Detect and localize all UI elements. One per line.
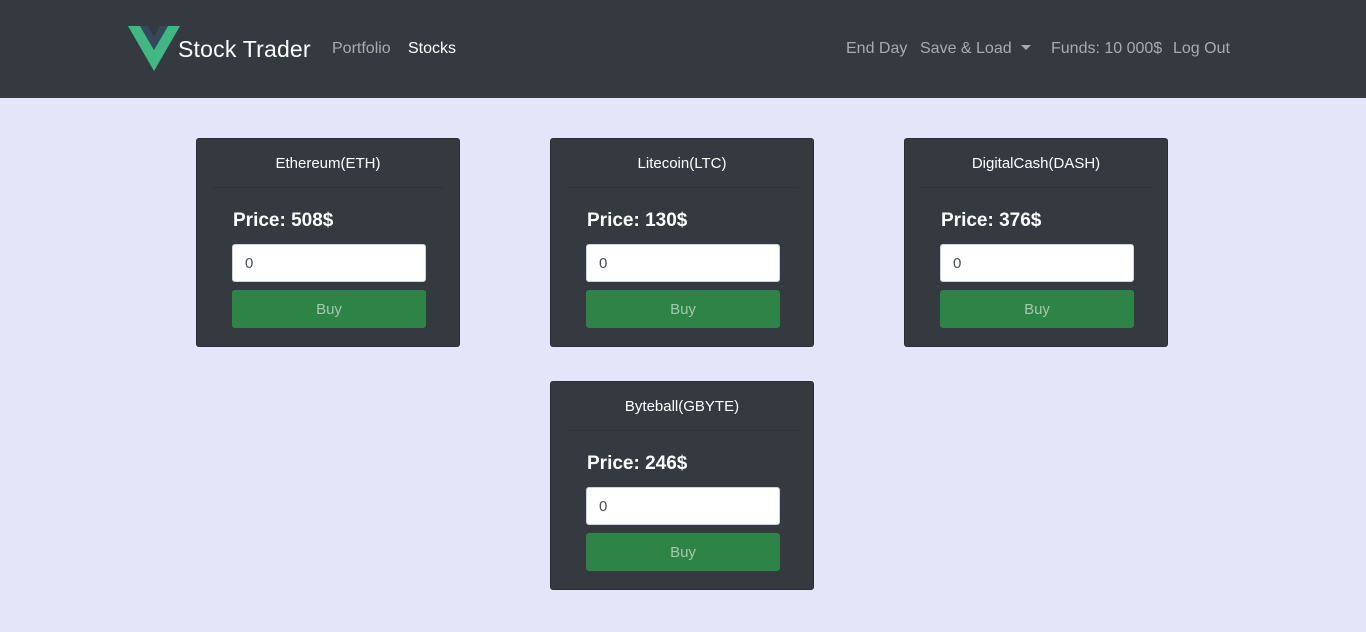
quantity-input[interactable] (940, 244, 1134, 282)
funds-display: Funds: 10 000$ (1051, 40, 1163, 57)
quantity-input[interactable] (586, 244, 780, 282)
vue-logo-icon (128, 26, 180, 72)
stock-card-dash: DigitalCash(DASH) Price: 376$ Buy (904, 138, 1168, 347)
buy-button[interactable]: Buy (232, 290, 426, 328)
buy-button[interactable]: Buy (586, 290, 780, 328)
stock-price: Price: 246$ (587, 453, 688, 474)
stock-card-gbyte: Byteball(GBYTE) Price: 246$ Buy (550, 381, 814, 590)
nav-stocks-link[interactable]: Stocks (408, 39, 456, 59)
quantity-input[interactable] (586, 487, 780, 525)
brand-name: Stock Trader (178, 35, 311, 62)
chevron-down-icon (1020, 45, 1031, 50)
quantity-input[interactable] (232, 244, 426, 282)
navbar: Stock Trader Portfolio Stocks End Day Sa… (0, 0, 1366, 98)
end-day-link[interactable]: End Day (846, 39, 907, 59)
buy-button[interactable]: Buy (940, 290, 1134, 328)
buy-button[interactable]: Buy (586, 533, 780, 571)
nav-portfolio-link[interactable]: Portfolio (332, 39, 391, 59)
brand[interactable]: Stock Trader (128, 26, 311, 72)
stock-card-ltc: Litecoin(LTC) Price: 130$ Buy (550, 138, 814, 347)
stock-name: Ethereum(ETH) (212, 141, 444, 188)
save-load-dropdown[interactable]: Save & Load (920, 39, 1031, 59)
stock-name: Litecoin(LTC) (566, 141, 798, 188)
stock-price: Price: 376$ (941, 210, 1042, 231)
stock-name: DigitalCash(DASH) (920, 141, 1152, 188)
stock-price: Price: 130$ (587, 210, 688, 231)
stock-name: Byteball(GBYTE) (566, 384, 798, 431)
stock-card-eth: Ethereum(ETH) Price: 508$ Buy (196, 138, 460, 347)
log-out-link[interactable]: Log Out (1173, 39, 1230, 59)
stock-price: Price: 508$ (233, 210, 334, 231)
save-load-label: Save & Load (920, 40, 1012, 57)
